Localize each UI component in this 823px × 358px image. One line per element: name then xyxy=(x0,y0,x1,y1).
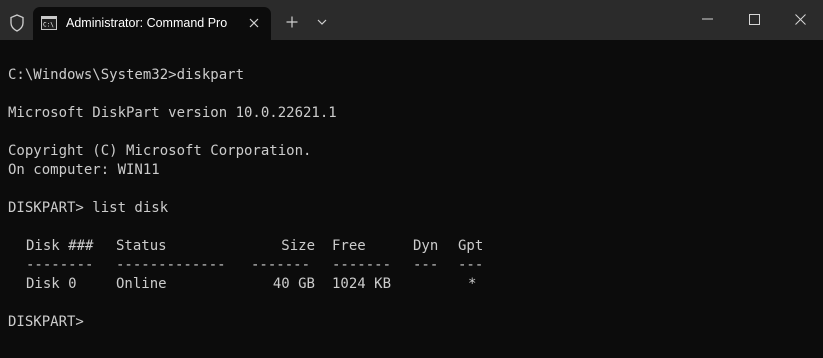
command-prompt-icon: C:\ xyxy=(41,16,57,30)
title-bar: C:\ Administrator: Command Pro xyxy=(0,0,823,40)
close-window-button[interactable] xyxy=(777,0,823,38)
separator-gpt: --- xyxy=(458,257,484,273)
separator-status: ------------- xyxy=(116,257,226,273)
close-icon[interactable] xyxy=(247,16,261,30)
svg-text:C:\: C:\ xyxy=(43,22,54,29)
console-line: C:\Windows\System32>diskpart xyxy=(8,67,245,83)
separator-dyn: --- xyxy=(413,257,439,273)
console-line: DISKPART> list disk xyxy=(8,200,169,216)
new-tab-button[interactable] xyxy=(282,12,302,32)
cell-size: 40 GB xyxy=(272,276,315,292)
maximize-button[interactable] xyxy=(731,0,777,38)
cell-free: 1024 KB xyxy=(332,276,392,292)
cell-status: Online xyxy=(116,276,167,292)
column-header-free: Free xyxy=(332,238,366,254)
maximize-icon xyxy=(748,13,760,25)
separator-free: ------- xyxy=(332,257,392,273)
column-header-status: Status xyxy=(116,238,167,254)
tab-administrator-command-prompt[interactable]: C:\ Administrator: Command Pro xyxy=(33,7,271,40)
disk-table-separator: -------- ------------- ------- ------- -… xyxy=(8,256,816,275)
plus-icon xyxy=(286,16,298,28)
column-header-disk: Disk ### xyxy=(26,238,94,254)
column-header-gpt: Gpt xyxy=(458,238,484,254)
console-line: Copyright (C) Microsoft Corporation. xyxy=(8,143,312,159)
console-line: On computer: WIN11 xyxy=(8,162,160,178)
separator-disk: -------- xyxy=(26,257,94,273)
profile-dropdown-button[interactable] xyxy=(312,12,332,32)
minimize-icon xyxy=(701,18,713,20)
cell-gpt: * xyxy=(468,276,477,292)
cell-disk: Disk 0 xyxy=(26,276,77,292)
column-header-size: Size xyxy=(281,238,315,254)
console-prompt[interactable]: DISKPART> xyxy=(8,313,816,332)
table-row: Disk 0 Online 40 GB 1024 KB * xyxy=(8,275,816,294)
console-line: Microsoft DiskPart version 10.0.22621.1 xyxy=(8,105,337,121)
minimize-button[interactable] xyxy=(684,0,730,38)
close-icon xyxy=(794,13,806,25)
disk-table-header: Disk ### Status Size Free Dyn Gpt xyxy=(8,237,816,256)
tab-title: Administrator: Command Pro xyxy=(66,16,228,30)
console-output[interactable]: C:\Windows\System32>diskpart Microsoft D… xyxy=(8,66,816,351)
chevron-down-icon xyxy=(317,19,327,25)
column-header-dyn: Dyn xyxy=(413,238,439,254)
separator-size: ------- xyxy=(251,257,311,273)
shield-icon xyxy=(6,12,28,34)
